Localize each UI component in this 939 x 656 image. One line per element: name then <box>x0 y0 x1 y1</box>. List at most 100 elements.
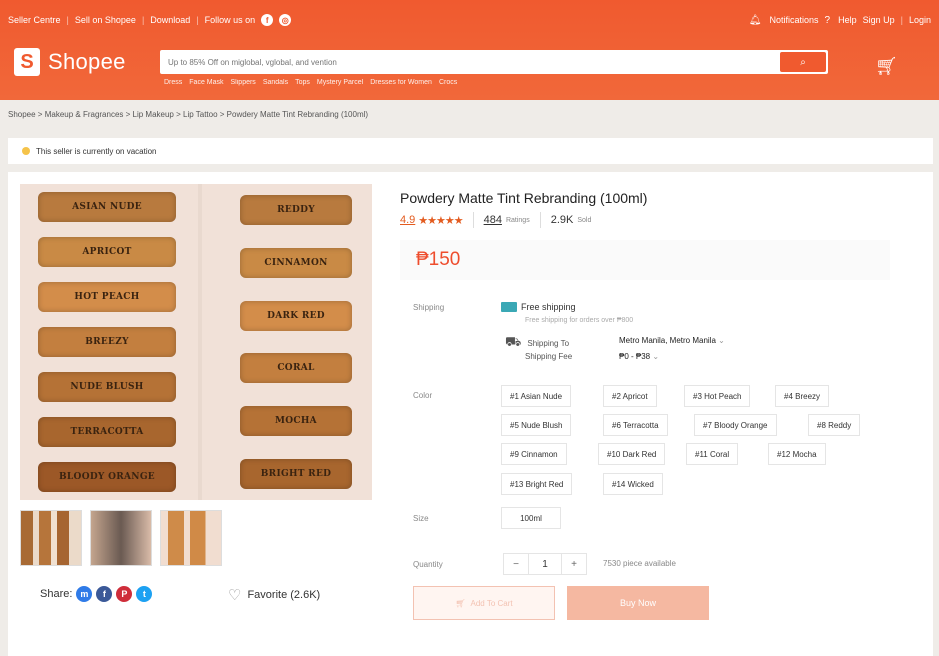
thumbnail-image[interactable] <box>160 510 222 566</box>
quantity-increase-button[interactable]: + <box>561 553 587 575</box>
free-shipping-text: Free shipping <box>521 302 576 312</box>
signup-link[interactable]: Sign Up <box>863 15 895 25</box>
color-option[interactable]: #10 Dark Red <box>598 443 666 465</box>
add-to-cart-button[interactable]: 🛒︎ Add To Cart <box>413 586 555 620</box>
quantity-decrease-button[interactable]: − <box>503 553 529 575</box>
color-option[interactable]: #6 Terracotta <box>603 414 668 436</box>
color-option[interactable]: #4 Breezy <box>775 385 830 407</box>
shade-swatch-label: TERRACOTTA <box>38 417 176 448</box>
twitter-icon[interactable]: t <box>136 586 153 602</box>
shipping-fee-dropdown[interactable]: ₱0 - ₱38 ⌄ <box>619 352 659 361</box>
shade-swatch-label: NUDE BLUSH <box>38 372 176 403</box>
price: ₱150 <box>416 249 461 270</box>
ratings-label: Ratings <box>505 216 530 224</box>
color-option[interactable]: #9 Cinnamon <box>501 443 567 465</box>
suggestion-link[interactable]: Tops <box>295 79 310 86</box>
quantity-input[interactable]: 1 <box>529 553 561 575</box>
seller-centre-link[interactable]: Seller Centre <box>8 15 61 25</box>
suggestion-link[interactable]: Slippers <box>231 79 256 86</box>
buy-now-label: Buy Now <box>619 598 656 608</box>
logo-text: Shopee <box>48 49 126 74</box>
thumbnail-image[interactable] <box>90 510 152 566</box>
facebook-icon[interactable]: f <box>96 586 113 602</box>
color-option[interactable]: #12 Mocha <box>768 443 826 465</box>
shade-swatch-label: MOCHA <box>240 406 352 436</box>
divider <box>472 212 474 228</box>
shade-swatch-label: BLOODY ORANGE <box>38 462 176 493</box>
vacation-text: This seller is currently on vacation <box>36 146 157 156</box>
shipping-to-label: Shipping To <box>527 338 570 348</box>
truck-icon: ⛟ <box>505 334 522 349</box>
thumbnail-image[interactable] <box>20 510 82 566</box>
chevron-down-icon: ⌄ <box>652 352 660 361</box>
divider: | <box>900 15 903 25</box>
shopee-logo[interactable]: S Shopee <box>14 48 126 76</box>
add-to-cart-label: Add To Cart <box>470 598 513 608</box>
ratings-count[interactable]: 484 <box>484 214 502 226</box>
color-option[interactable]: #1 Asian Nude <box>501 385 572 407</box>
shade-swatch-label: APRICOT <box>38 236 176 267</box>
follow-us-label: Follow us on <box>204 15 256 25</box>
top-navbar: Seller Centre | Sell on Shopee | Downloa… <box>8 12 931 28</box>
shipping-fee-label: Shipping Fee <box>525 352 573 361</box>
divider <box>539 212 541 228</box>
size-label: Size <box>413 514 429 523</box>
suggestion-link[interactable]: Face Mask <box>189 79 223 86</box>
suggestion-link[interactable]: Sandals <box>263 79 288 86</box>
swatch-panel-left: ASIAN NUDE APRICOT HOT PEACH BREEZY NUDE BLU… <box>20 184 198 500</box>
favorite-button[interactable]: ♡ Favorite (2.6K) <box>228 586 320 604</box>
shipping-to-value: Metro Manila, Metro Manila <box>619 336 716 345</box>
shipping-fee-value: ₱0 - ₱38 <box>619 352 651 361</box>
quantity-stepper: − 1 + <box>503 553 587 575</box>
cart-icon[interactable]: 🛒︎ <box>875 56 898 77</box>
bell-icon: 🔔︎ <box>748 14 762 26</box>
divider: | <box>66 15 69 25</box>
buy-now-button[interactable]: Buy Now <box>567 586 709 620</box>
breadcrumb[interactable]: Shopee > Makeup & Fragrances > Lip Makeu… <box>8 110 368 119</box>
sell-on-shopee-link[interactable]: Sell on Shopee <box>75 15 136 25</box>
share-row: Share: m f P t <box>40 586 153 602</box>
free-shipping-sub: Free shipping for orders over ₱800 <box>525 317 634 324</box>
shopee-bag-icon: S <box>14 48 40 76</box>
shipping-label: Shipping <box>413 303 445 312</box>
chevron-down-icon: ⌄ <box>718 336 725 345</box>
color-option[interactable]: #13 Bright Red <box>501 473 573 495</box>
heart-icon: ♡ <box>228 587 242 604</box>
shade-swatch-label: CINNAMON <box>240 248 352 278</box>
pinterest-icon[interactable]: P <box>116 586 133 602</box>
instagram-icon[interactable]: ◎ <box>279 14 292 26</box>
size-option[interactable]: 100ml <box>501 507 561 529</box>
search-button[interactable]: ⌕ <box>780 52 826 72</box>
notifications-link[interactable]: Notifications <box>769 15 818 25</box>
header: Seller Centre | Sell on Shopee | Downloa… <box>0 0 939 100</box>
shipping-to-dropdown[interactable]: Metro Manila, Metro Manila ⌄ <box>619 336 725 345</box>
login-link[interactable]: Login <box>909 15 931 25</box>
color-option[interactable]: #2 Apricot <box>603 385 657 407</box>
color-option[interactable]: #8 Reddy <box>808 414 861 436</box>
search-input[interactable] <box>160 50 780 74</box>
shipping-to-row: ⛟ Shipping To <box>505 334 569 352</box>
thumbnail-strip <box>20 510 222 566</box>
suggestion-link[interactable]: Dress <box>164 79 182 86</box>
quantity-label: Quantity <box>413 560 443 569</box>
suggestion-link[interactable]: Dresses for Women <box>370 79 432 86</box>
color-option[interactable]: #5 Nude Blush <box>501 414 572 436</box>
color-option[interactable]: #7 Bloody Orange <box>694 414 777 436</box>
help-link[interactable]: Help <box>838 15 857 25</box>
suggestion-link[interactable]: Mystery Parcel <box>317 79 363 86</box>
share-label: Share: <box>40 588 73 600</box>
rating-value[interactable]: 4.9 <box>400 214 415 226</box>
messenger-icon[interactable]: m <box>76 586 93 602</box>
vacation-notice: This seller is currently on vacation <box>8 138 933 164</box>
info-icon <box>22 147 30 155</box>
shade-swatch-label: CORAL <box>240 353 352 384</box>
free-shipping-icon <box>501 302 517 312</box>
color-option[interactable]: #11 Coral <box>686 443 739 465</box>
download-link[interactable]: Download <box>150 15 190 25</box>
product-main-image[interactable]: ASIAN NUDE APRICOT HOT PEACH BREEZY NUDE BLU… <box>20 184 372 500</box>
suggestion-link[interactable]: Crocs <box>439 79 457 86</box>
color-option[interactable]: #14 Wicked <box>603 473 663 495</box>
color-option[interactable]: #3 Hot Peach <box>684 385 751 407</box>
facebook-icon[interactable]: f <box>261 14 274 26</box>
divider: | <box>141 15 145 25</box>
